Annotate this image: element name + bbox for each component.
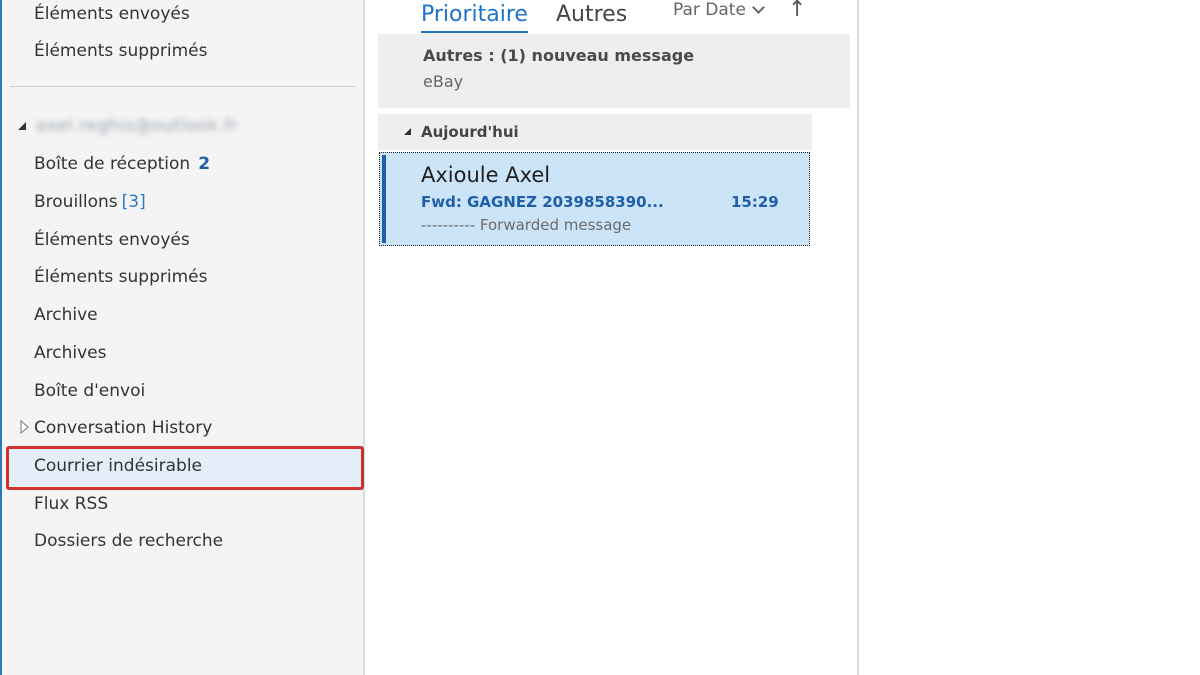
other-inbox-sender: eBay xyxy=(423,72,464,91)
pane-splitter[interactable] xyxy=(363,0,365,675)
folder-drafts[interactable]: Brouillons [3] xyxy=(34,185,146,219)
message-list-item[interactable]: Axioule Axel Fwd: GAGNEZ 2039858390... 1… xyxy=(379,152,810,246)
folder-label: Brouillons xyxy=(34,192,118,212)
folder-label: Dossiers de recherche xyxy=(34,531,224,551)
tab-other[interactable]: Autres xyxy=(556,2,627,27)
folder-archives[interactable]: Archives xyxy=(34,336,106,370)
folder-label: Conversation History xyxy=(34,418,213,438)
message-preview: ---------- Forwarded message xyxy=(421,216,632,234)
draft-count-badge: [3] xyxy=(121,192,146,212)
group-header-today[interactable]: Aujourd'hui xyxy=(378,114,812,150)
other-inbox-title: Autres : (1) nouveau message xyxy=(423,46,695,65)
folder-outbox[interactable]: Boîte d'envoi xyxy=(34,374,145,408)
folder-deleted-items-top[interactable]: Éléments supprimés xyxy=(34,34,207,68)
annotation-highlight-box xyxy=(6,446,364,490)
account-email: axel.reghis@outlook.fr xyxy=(36,116,239,136)
folder-label: Éléments supprimés xyxy=(34,267,208,287)
other-inbox-banner[interactable]: Autres : (1) nouveau message eBay xyxy=(378,34,850,108)
group-label: Aujourd'hui xyxy=(421,123,519,141)
folder-label: Éléments envoyés xyxy=(34,4,190,24)
inbox-tabs: Prioritaire Autres xyxy=(421,0,655,34)
folder-sent-items[interactable]: Éléments envoyés xyxy=(34,223,190,257)
folder-archive[interactable]: Archive xyxy=(34,298,98,332)
folder-label: Flux RSS xyxy=(34,494,109,514)
account-divider xyxy=(10,86,356,87)
unread-count-badge: 2 xyxy=(198,154,211,174)
collapse-triangle-icon[interactable] xyxy=(20,420,30,434)
sort-label: Par Date xyxy=(673,0,746,20)
sort-dropdown[interactable]: Par Date xyxy=(673,0,765,20)
expand-triangle-icon[interactable] xyxy=(404,128,411,135)
folder-deleted-items[interactable]: Éléments supprimés xyxy=(34,260,207,294)
unread-indicator xyxy=(382,155,386,243)
folder-label: Archive xyxy=(34,305,98,325)
folder-rss-feeds[interactable]: Flux RSS xyxy=(34,487,108,521)
message-subject: Fwd: GAGNEZ 2039858390... xyxy=(421,193,664,211)
account-header[interactable]: axel.reghis@outlook.fr xyxy=(18,112,238,140)
folder-label: Boîte d'envoi xyxy=(34,381,146,401)
arrow-up-icon[interactable]: ↑ xyxy=(788,0,806,22)
folder-search-folders[interactable]: Dossiers de recherche xyxy=(34,524,223,558)
folder-inbox[interactable]: Boîte de réception 2 xyxy=(34,147,210,181)
folder-label: Éléments supprimés xyxy=(34,41,208,61)
message-sender: Axioule Axel xyxy=(421,163,551,187)
tab-focused[interactable]: Prioritaire xyxy=(421,2,528,33)
folder-sent-items-top[interactable]: Éléments envoyés xyxy=(34,0,190,31)
chevron-down-icon xyxy=(752,0,765,14)
expand-triangle-icon[interactable] xyxy=(18,122,26,130)
reading-pane-splitter[interactable] xyxy=(857,0,859,675)
folder-label: Boîte de réception xyxy=(34,154,191,174)
folder-label: Archives xyxy=(34,343,107,363)
folder-conversation-history[interactable]: Conversation History xyxy=(34,411,212,445)
folder-label: Éléments envoyés xyxy=(34,230,190,250)
message-time: 15:29 xyxy=(731,193,779,211)
